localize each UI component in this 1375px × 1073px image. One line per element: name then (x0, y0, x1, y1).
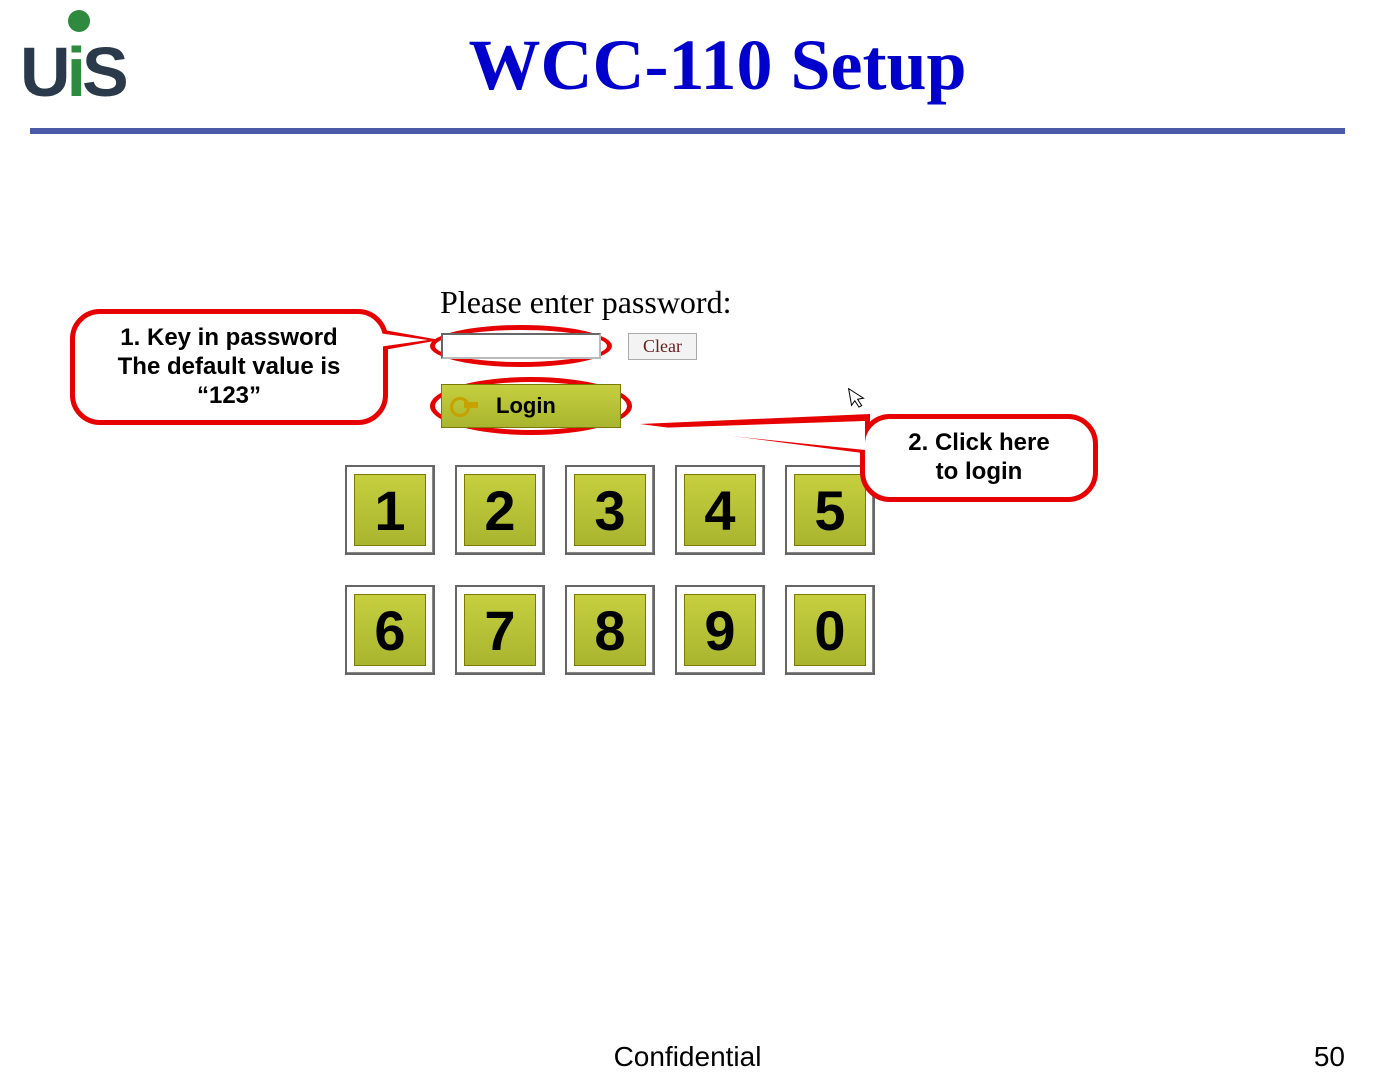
callout-login-hint: 2. Click here to login (860, 414, 1098, 502)
login-button-label: Login (496, 393, 556, 419)
login-button[interactable]: Login (441, 384, 621, 428)
keypad-row-2: 6 7 8 9 0 (290, 585, 930, 675)
numeric-keypad: 1 2 3 4 5 6 7 8 9 0 (290, 465, 930, 675)
keypad-key-3[interactable]: 3 (565, 465, 655, 555)
callout-password-hint: 1. Key in password The default value is … (70, 309, 388, 425)
login-screenshot: Please enter password: Clear Login 1 2 3… (430, 284, 930, 705)
keypad-key-1[interactable]: 1 (345, 465, 435, 555)
password-prompt: Please enter password: (440, 284, 930, 321)
callout-2-line-1: 2. Click here (879, 429, 1079, 458)
keypad-key-9[interactable]: 9 (675, 585, 765, 675)
callout-1-line-3: “123” (89, 382, 369, 411)
login-highlight-oval: Login (430, 377, 632, 435)
callout-1-line-1: 1. Key in password (89, 324, 369, 353)
password-input[interactable] (441, 333, 601, 359)
clear-button[interactable]: Clear (628, 333, 697, 360)
keypad-key-8[interactable]: 8 (565, 585, 655, 675)
keypad-row-1: 1 2 3 4 5 (290, 465, 930, 555)
content-area: 1. Key in password The default value is … (0, 134, 1375, 894)
keypad-key-2[interactable]: 2 (455, 465, 545, 555)
callout-1-line-2: The default value is (89, 353, 369, 382)
keypad-key-0[interactable]: 0 (785, 585, 875, 675)
callout-1-pointer-fill (350, 329, 428, 351)
logo-text: UiS (20, 32, 125, 112)
keypad-key-6[interactable]: 6 (345, 585, 435, 675)
footer-confidential: Confidential (614, 1041, 762, 1073)
key-icon (450, 395, 480, 417)
logo: UiS (20, 10, 140, 120)
logo-dot-icon (68, 10, 90, 32)
logo-letter-s: S (82, 33, 125, 111)
page-number: 50 (1314, 1041, 1345, 1073)
slide-header: UiS WCC-110 Setup (0, 0, 1375, 120)
logo-letter-i: i (67, 33, 82, 111)
callout-2-pointer-fill (655, 421, 865, 450)
keypad-key-4[interactable]: 4 (675, 465, 765, 555)
keypad-key-7[interactable]: 7 (455, 585, 545, 675)
logo-letter-u: U (20, 33, 67, 111)
callout-2-line-2: to login (879, 458, 1079, 487)
password-highlight-oval (430, 325, 612, 367)
page-title: WCC-110 Setup (80, 24, 1355, 107)
